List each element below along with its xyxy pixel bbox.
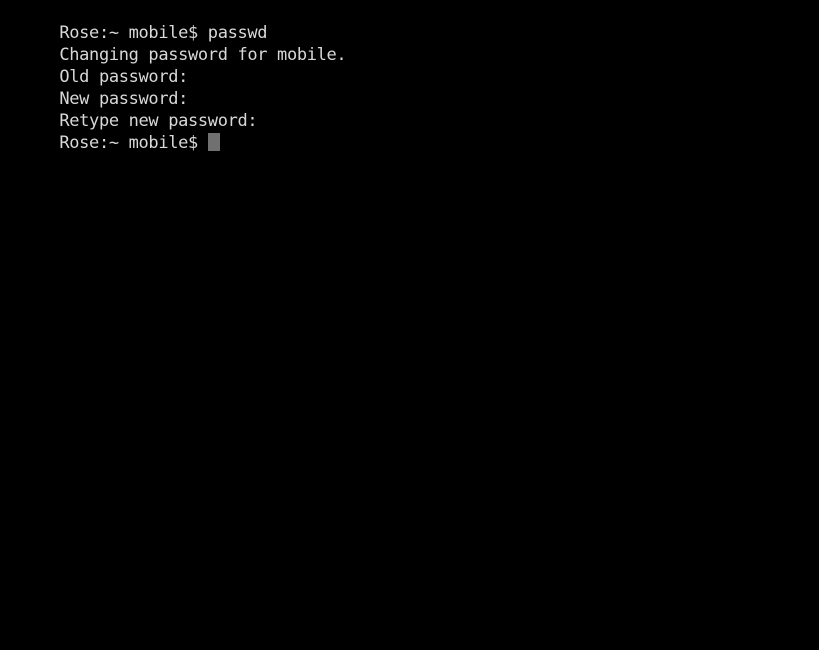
terminal-line-text: New password: [59,89,189,109]
terminal-line-text: Retype new password: [59,111,258,131]
terminal-line-text: Rose:~ mobile$ passwd [59,23,268,43]
text-cursor [207,133,220,151]
terminal-line: Rose:~ mobile$ passwd [0,0,819,43]
terminal-window[interactable]: Rose:~ mobile$ passwd Changing password … [0,0,819,650]
terminal-line-text: Changing password for mobile. [59,45,347,65]
terminal-prompt-text: Rose:~ mobile$ [59,133,208,153]
terminal-screen[interactable]: Rose:~ mobile$ passwd Changing password … [0,0,819,153]
terminal-line-text: Old password: [59,67,189,87]
